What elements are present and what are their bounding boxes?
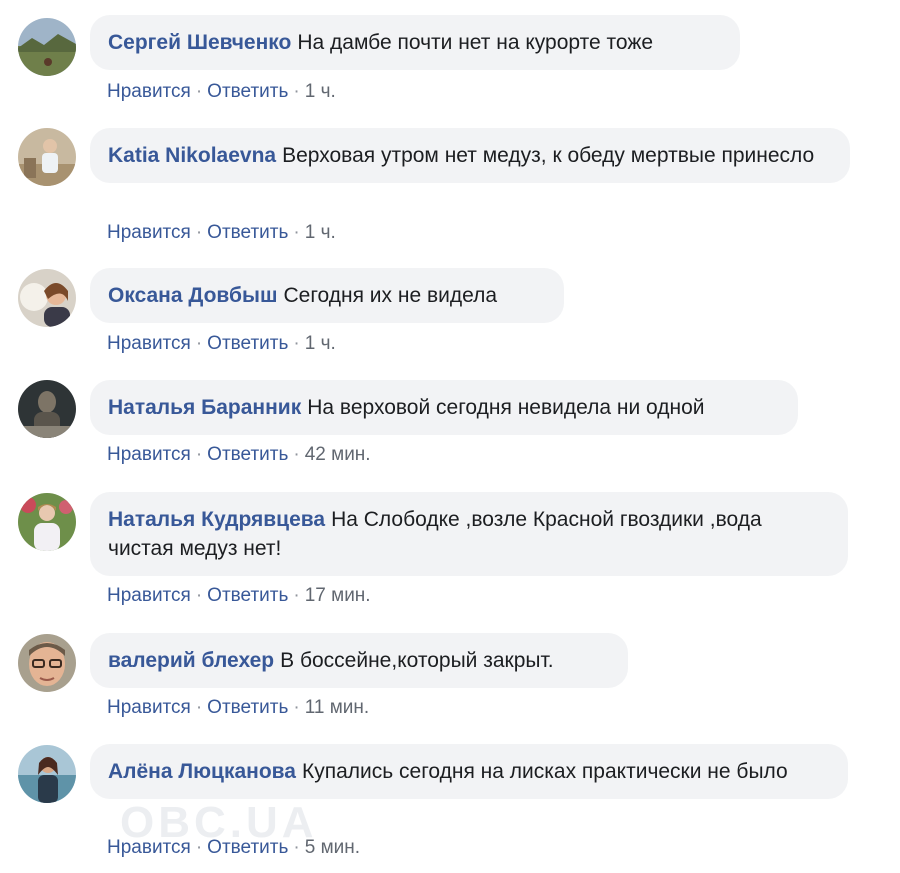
- like-link[interactable]: Нравится: [107, 837, 191, 858]
- separator-dot: ·: [293, 585, 300, 606]
- comment-text: Сегодня их не видела: [283, 284, 498, 307]
- woman-sea-avatar[interactable]: [18, 745, 76, 803]
- separator-dot: ·: [195, 444, 203, 465]
- reply-link[interactable]: Ответить: [207, 585, 288, 606]
- separator-dot: ·: [293, 81, 300, 102]
- woman-avatar[interactable]: [18, 269, 76, 327]
- comment-timestamp[interactable]: 1 ч.: [305, 222, 336, 243]
- comment-timestamp[interactable]: 17 мин.: [305, 585, 371, 606]
- comment-timestamp[interactable]: 1 ч.: [305, 333, 336, 354]
- like-link[interactable]: Нравится: [107, 222, 191, 243]
- reply-link[interactable]: Ответить: [207, 81, 288, 102]
- woman-garden-avatar[interactable]: [18, 493, 76, 551]
- comment-actions: Нравится · Ответить · 1 ч.: [107, 81, 336, 103]
- comment-author-link[interactable]: Оксана Довбыш: [108, 284, 277, 307]
- comment-actions: Нравится · Ответить · 11 мин.: [107, 697, 369, 719]
- like-link[interactable]: Нравится: [107, 333, 191, 354]
- comment-text: На верховой сегодня невидела ни одной: [307, 396, 705, 419]
- separator-dot: ·: [293, 222, 300, 243]
- reply-link[interactable]: Ответить: [207, 837, 288, 858]
- landscape-avatar[interactable]: [18, 18, 76, 76]
- separator-dot: ·: [195, 585, 203, 606]
- person-outdoor-avatar[interactable]: [18, 128, 76, 186]
- separator-dot: ·: [293, 333, 300, 354]
- like-link[interactable]: Нравится: [107, 697, 191, 718]
- comment-actions: Нравится · Ответить · 17 мин.: [107, 585, 371, 607]
- comment-text: В боссейне,который закрыт.: [280, 649, 554, 672]
- separator-dot: ·: [195, 333, 203, 354]
- comment-bubble: Наталья Баранник На верховой сегодня неви…: [90, 380, 798, 435]
- comment-actions: Нравится · Ответить · 42 мин.: [107, 444, 371, 466]
- comment-timestamp[interactable]: 42 мин.: [305, 444, 371, 465]
- reply-link[interactable]: Ответить: [207, 222, 288, 243]
- comment-author-link[interactable]: Наталья Кудрявцева: [108, 508, 325, 531]
- comment-timestamp[interactable]: 5 мин.: [305, 837, 360, 858]
- separator-dot: ·: [195, 81, 203, 102]
- comment-text: Купались сегодня на лисках практически н…: [301, 760, 788, 783]
- comment-bubble: Сергей Шевченко На дамбе почти нет на кур…: [90, 15, 740, 70]
- comment-author-link[interactable]: Алёна Люцканова: [108, 760, 296, 783]
- comment-text: На дамбе почти нет на курорте тоже: [297, 31, 654, 54]
- comment-actions: Нравится · Ответить · 1 ч.: [107, 222, 336, 244]
- separator-dot: ·: [293, 697, 300, 718]
- comment-bubble: валерий блехер В боссейне,который закрыт.: [90, 633, 628, 688]
- separator-dot: ·: [293, 837, 300, 858]
- comment-author-link[interactable]: валерий блехер: [108, 649, 274, 672]
- comment-author-link[interactable]: Katia Nikolaevna: [108, 144, 276, 167]
- comment-timestamp[interactable]: 1 ч.: [305, 81, 336, 102]
- comment-timestamp[interactable]: 11 мин.: [305, 697, 369, 718]
- separator-dot: ·: [195, 837, 203, 858]
- comment-author-link[interactable]: Сергей Шевченко: [108, 31, 291, 54]
- comment-bubble: Наталья Кудрявцева На Слободке ,возле Кра…: [90, 492, 848, 576]
- reply-link[interactable]: Ответить: [207, 444, 288, 465]
- comment-actions: Нравится · Ответить · 5 мин.: [107, 837, 360, 859]
- comment-bubble: Katia Nikolaevna Верховая утром нет медуз…: [90, 128, 850, 183]
- comment-actions: Нравится · Ответить · 1 ч.: [107, 333, 336, 355]
- like-link[interactable]: Нравится: [107, 81, 191, 102]
- separator-dot: ·: [195, 222, 203, 243]
- like-link[interactable]: Нравится: [107, 585, 191, 606]
- separator-dot: ·: [293, 444, 300, 465]
- reply-link[interactable]: Ответить: [207, 333, 288, 354]
- man-glasses-avatar[interactable]: [18, 634, 76, 692]
- comment-author-link[interactable]: Наталья Баранник: [108, 396, 301, 419]
- comment-bubble: Алёна Люцканова Купались сегодня на лиска…: [90, 744, 848, 799]
- comment-text: Верховая утром нет медуз, к обеду мертвы…: [282, 144, 815, 167]
- dark-portrait-avatar[interactable]: [18, 380, 76, 438]
- comment-bubble: Оксана Довбыш Сегодня их не видела: [90, 268, 564, 323]
- like-link[interactable]: Нравится: [107, 444, 191, 465]
- separator-dot: ·: [195, 697, 203, 718]
- reply-link[interactable]: Ответить: [207, 697, 288, 718]
